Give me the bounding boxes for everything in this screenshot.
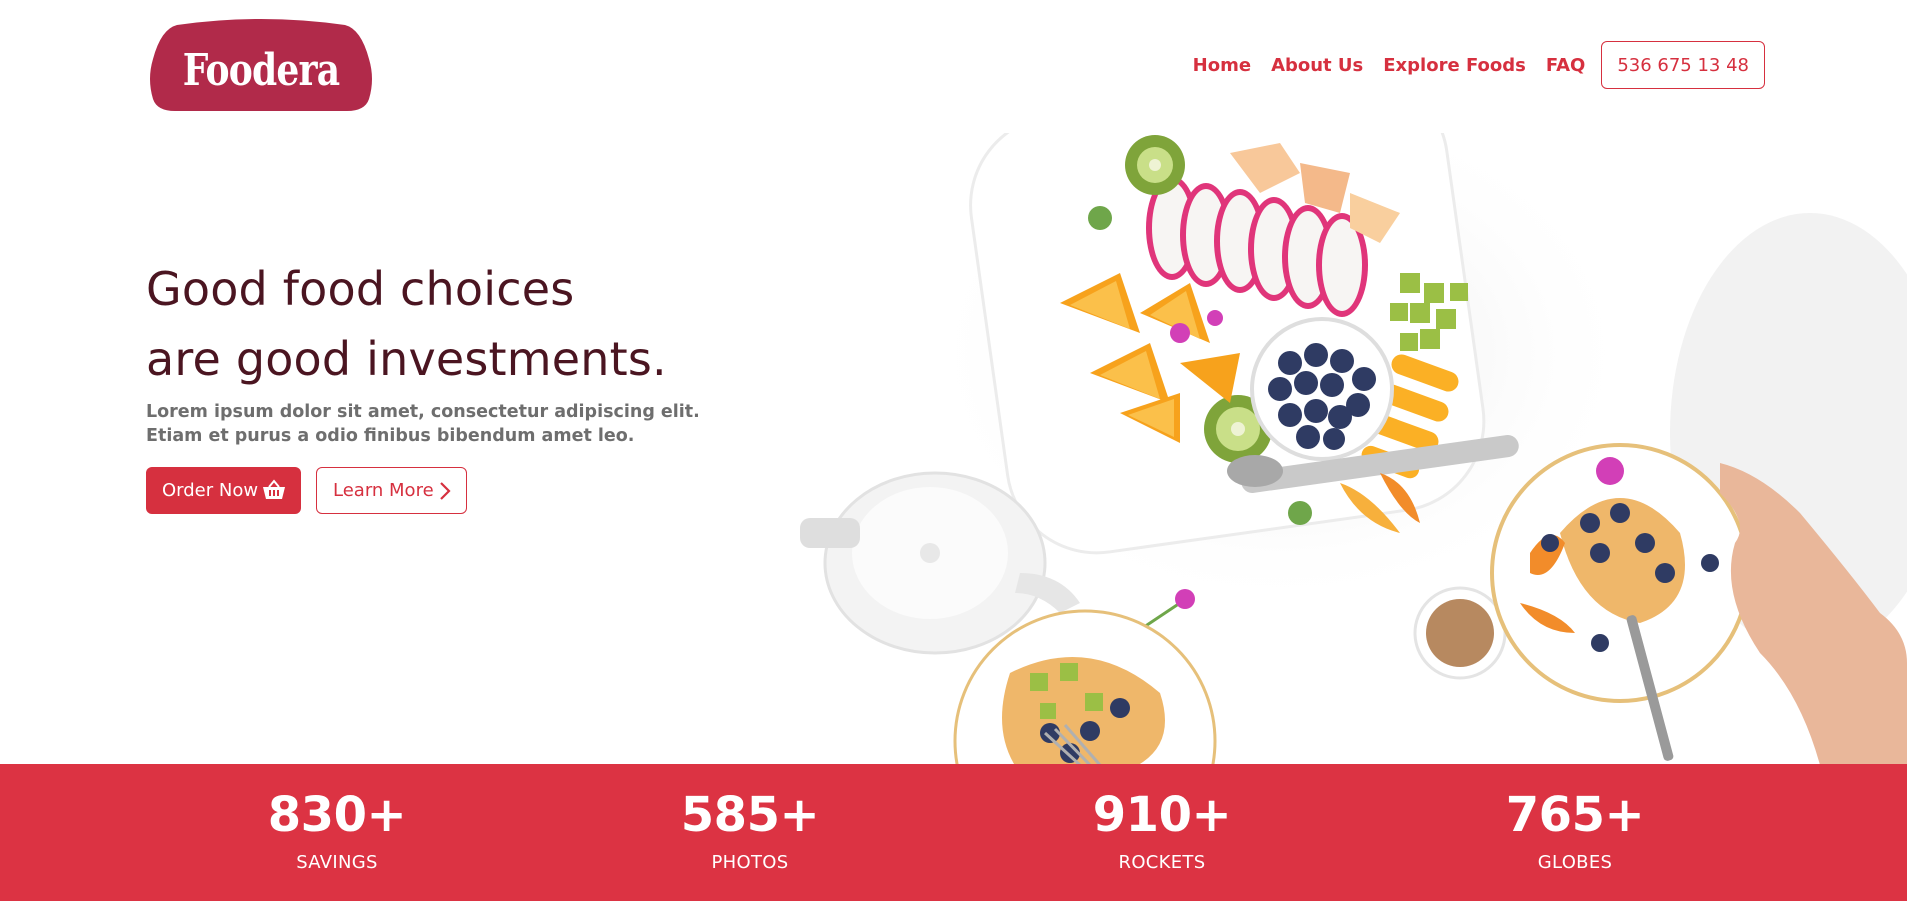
stat-value: 765+	[1505, 787, 1645, 843]
stat-value: 830+	[267, 787, 407, 843]
hero-subtitle: Lorem ipsum dolor sit amet, consectetur …	[146, 400, 700, 448]
main-nav: Home About Us Explore Foods FAQ 536 675 …	[1173, 41, 1765, 89]
nav-faq[interactable]: FAQ	[1546, 55, 1585, 76]
stat-label: PHOTOS	[711, 852, 789, 873]
hero-subtitle-line-1: Lorem ipsum dolor sit amet, consectetur …	[146, 402, 700, 422]
brand-logo[interactable]: Foodera	[147, 19, 375, 113]
stat-label: ROCKETS	[1118, 852, 1206, 873]
nav-explore-foods[interactable]: Explore Foods	[1383, 55, 1526, 76]
basket-icon	[263, 479, 285, 499]
stat-value: 585+	[680, 787, 820, 843]
chevron-right-icon	[440, 482, 451, 500]
stat-globes: 765+ GLOBES	[1425, 764, 1725, 874]
brand-name: Foodera	[182, 45, 340, 96]
order-now-button[interactable]: Order Now	[146, 467, 301, 514]
nav-home[interactable]: Home	[1193, 55, 1251, 76]
hero-food-image	[760, 133, 1907, 765]
stat-value: 910+	[1092, 787, 1232, 843]
phone-button[interactable]: 536 675 13 48	[1601, 41, 1765, 89]
nav-about-us[interactable]: About Us	[1271, 55, 1363, 76]
stat-label: GLOBES	[1537, 852, 1613, 873]
stat-rockets: 910+ ROCKETS	[1012, 764, 1312, 874]
stat-photos: 585+ PHOTOS	[600, 764, 900, 874]
learn-more-label: Learn More	[333, 480, 434, 501]
stat-savings: 830+ SAVINGS	[187, 764, 487, 874]
order-now-label: Order Now	[162, 480, 259, 501]
stats-band: 830+ SAVINGS 585+ PHOTOS 910+ ROCKETS 76…	[0, 764, 1907, 901]
hero-title-line-2: are good investments.	[146, 332, 667, 386]
stat-label: SAVINGS	[296, 852, 378, 873]
hero-title: Good food choices are good investments.	[146, 254, 667, 394]
hero-title-line-1: Good food choices	[146, 262, 575, 316]
hero-subtitle-line-2: Etiam et purus a odio finibus bibendum a…	[146, 426, 635, 446]
learn-more-button[interactable]: Learn More	[316, 467, 467, 514]
